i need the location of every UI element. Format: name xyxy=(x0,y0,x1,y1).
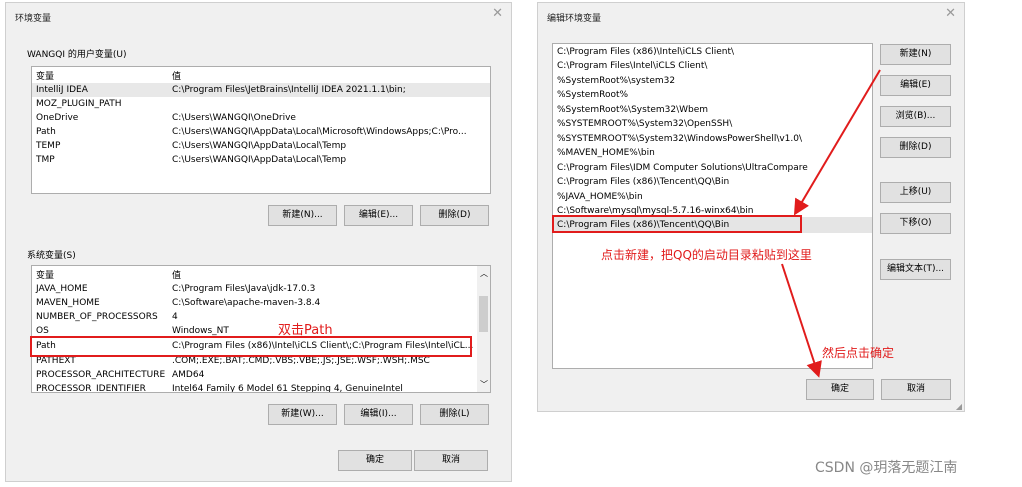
list-item[interactable]: C:\Program Files (x86)\Intel\iCLS Client… xyxy=(557,45,734,59)
scroll-up-icon[interactable]: ︿ xyxy=(480,268,488,279)
variable-name: JAVA_HOME xyxy=(36,284,88,294)
variable-name: TEMP xyxy=(36,141,61,151)
edit-button[interactable]: 编辑(E) xyxy=(880,75,951,96)
column-header-variable: 变量 xyxy=(36,72,55,82)
system-variables-list[interactable]: 变量 值 JAVA_HOME C:\Program Files\Java\jdk… xyxy=(31,265,491,393)
variable-value: Intel64 Family 6 Model 61 Stepping 4, Ge… xyxy=(172,384,403,393)
edit-env-variable-dialog: 编辑环境变量 ✕ C:\Program Files (x86)\Intel\iC… xyxy=(537,2,965,412)
system-edit-button[interactable]: 编辑(I)... xyxy=(344,404,413,425)
table-row[interactable]: MOZ_PLUGIN_PATH xyxy=(32,97,490,111)
cancel-button[interactable]: 取消 xyxy=(414,450,488,471)
table-row[interactable]: PROCESSOR_ARCHITECTURE AMD64 xyxy=(32,368,490,382)
variable-value: C:\Software\apache-maven-3.8.4 xyxy=(172,298,321,308)
variable-value: C:\Program Files\JetBrains\IntelliJ IDEA… xyxy=(172,85,406,95)
table-row[interactable]: IntelliJ IDEA C:\Program Files\JetBrains… xyxy=(32,83,490,97)
new-button[interactable]: 新建(N) xyxy=(880,44,951,65)
variable-name: OneDrive xyxy=(36,113,79,123)
resize-grip-icon[interactable]: ◢ xyxy=(956,402,962,411)
user-variables-list[interactable]: 变量 值 IntelliJ IDEA C:\Program Files\JetB… xyxy=(31,66,491,194)
variable-value: C:\Users\WANGQI\AppData\Local\Temp xyxy=(172,141,347,151)
table-row[interactable]: TMP C:\Users\WANGQI\AppData\Local\Temp xyxy=(32,153,490,167)
table-row[interactable]: JAVA_HOME C:\Program Files\Java\jdk-17.0… xyxy=(32,282,490,296)
vertical-scrollbar[interactable]: ︿ ﹀ xyxy=(477,266,490,392)
list-item[interactable]: %MAVEN_HOME%\bin xyxy=(557,146,655,160)
list-item[interactable]: %SYSTEMROOT%\System32\OpenSSH\ xyxy=(557,117,732,131)
table-row[interactable]: NUMBER_OF_PROCESSORS 4 xyxy=(32,310,490,324)
list-item[interactable]: C:\Program Files\Intel\iCLS Client\ xyxy=(557,59,707,73)
list-item[interactable]: %JAVA_HOME%\bin xyxy=(557,190,643,204)
browse-button[interactable]: 浏览(B)... xyxy=(880,106,951,127)
path-list[interactable]: C:\Program Files (x86)\Intel\iCLS Client… xyxy=(552,43,873,369)
list-header: 变量 值 xyxy=(32,266,490,281)
table-row[interactable]: TEMP C:\Users\WANGQI\AppData\Local\Temp xyxy=(32,139,490,153)
variable-name: Path xyxy=(36,127,56,137)
variable-value: C:\Program Files\Java\jdk-17.0.3 xyxy=(172,284,316,294)
highlight-new-row xyxy=(552,215,802,233)
variable-name: TMP xyxy=(36,155,55,165)
user-delete-button[interactable]: 删除(D) xyxy=(420,205,489,226)
cancel-button[interactable]: 取消 xyxy=(881,379,951,400)
user-new-button[interactable]: 新建(N)... xyxy=(268,205,337,226)
move-down-button[interactable]: 下移(O) xyxy=(880,213,951,234)
list-item[interactable]: %SYSTEMROOT%\System32\WindowsPowerShell\… xyxy=(557,132,802,146)
table-row[interactable]: PROCESSOR_IDENTIFIER Intel64 Family 6 Mo… xyxy=(32,382,490,393)
scroll-down-icon[interactable]: ﹀ xyxy=(480,379,488,390)
list-item[interactable]: %SystemRoot%\system32 xyxy=(557,74,675,88)
variable-name: PROCESSOR_ARCHITECTURE xyxy=(36,370,166,380)
annotation-click-new: 点击新建，把QQ的启动目录粘贴到这里 xyxy=(601,248,812,262)
table-row[interactable]: OneDrive C:\Users\WANGQI\OneDrive xyxy=(32,111,490,125)
column-header-value: 值 xyxy=(172,72,182,82)
variable-name: IntelliJ IDEA xyxy=(36,85,88,95)
column-header-variable: 变量 xyxy=(36,271,55,281)
list-header: 变量 值 xyxy=(32,67,490,82)
dialog-title: 编辑环境变量 xyxy=(547,14,602,24)
edit-text-button[interactable]: 编辑文本(T)... xyxy=(880,259,951,280)
variable-value: C:\Users\WANGQI\OneDrive xyxy=(172,113,296,123)
system-new-button[interactable]: 新建(W)... xyxy=(268,404,337,425)
variable-name: NUMBER_OF_PROCESSORS xyxy=(36,312,158,322)
list-item[interactable]: %SystemRoot%\System32\Wbem xyxy=(557,103,708,117)
variable-value: C:\Users\WANGQI\AppData\Local\Temp xyxy=(172,155,347,165)
dialog-title: 环境变量 xyxy=(15,14,52,24)
delete-button[interactable]: 删除(D) xyxy=(880,137,951,158)
env-variables-dialog: 环境变量 ✕ WANGQI 的用户变量(U) 变量 值 IntelliJ IDE… xyxy=(5,2,512,482)
highlight-path-row xyxy=(30,336,472,357)
table-row[interactable]: MAVEN_HOME C:\Software\apache-maven-3.8.… xyxy=(32,296,490,310)
variable-value: AMD64 xyxy=(172,370,205,380)
list-item[interactable]: %SystemRoot% xyxy=(557,88,628,102)
ok-button[interactable]: 确定 xyxy=(338,450,412,471)
annotation-click-ok: 然后点击确定 xyxy=(822,346,895,360)
watermark: CSDN @玥落无题江南 xyxy=(815,460,958,476)
variable-name: MAVEN_HOME xyxy=(36,298,100,308)
table-row[interactable]: Path C:\Users\WANGQI\AppData\Local\Micro… xyxy=(32,125,490,139)
annotation-double-click: 双击Path xyxy=(278,323,333,338)
scrollbar-thumb[interactable] xyxy=(479,296,488,332)
variable-value: 4 xyxy=(172,312,178,322)
close-icon[interactable]: ✕ xyxy=(492,6,503,21)
list-item[interactable]: C:\Program Files (x86)\Tencent\QQ\Bin xyxy=(557,175,729,189)
user-variables-label: WANGQI 的用户变量(U) xyxy=(27,50,127,60)
variable-value: C:\Users\WANGQI\AppData\Local\Microsoft\… xyxy=(172,127,467,137)
column-header-value: 值 xyxy=(172,271,182,281)
system-delete-button[interactable]: 删除(L) xyxy=(420,404,489,425)
ok-button[interactable]: 确定 xyxy=(806,379,874,400)
move-up-button[interactable]: 上移(U) xyxy=(880,182,951,203)
variable-name: PROCESSOR_IDENTIFIER xyxy=(36,384,146,393)
user-edit-button[interactable]: 编辑(E)... xyxy=(344,205,413,226)
variable-name: MOZ_PLUGIN_PATH xyxy=(36,99,122,109)
close-icon[interactable]: ✕ xyxy=(945,6,956,21)
system-variables-label: 系统变量(S) xyxy=(27,251,76,261)
list-item[interactable]: C:\Program Files\IDM Computer Solutions\… xyxy=(557,161,808,175)
